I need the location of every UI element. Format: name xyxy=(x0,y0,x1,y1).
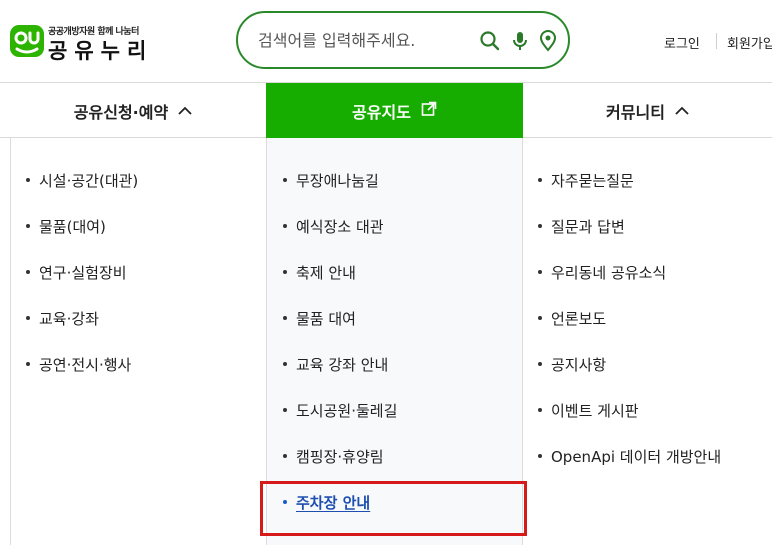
main-nav: 공유신청·예약 공유지도 커뮤니티 xyxy=(0,83,772,138)
bullet-icon xyxy=(283,178,287,182)
column-divider xyxy=(10,138,11,545)
search-bar[interactable] xyxy=(236,11,570,69)
bullet-icon xyxy=(538,178,542,182)
focus-highlight-box xyxy=(260,481,527,536)
bullet-icon xyxy=(26,178,30,182)
search-input[interactable] xyxy=(258,27,458,53)
bullet-icon xyxy=(26,224,30,228)
nav-community[interactable]: 커뮤니티 xyxy=(523,83,772,138)
join-link[interactable]: 회원가입 xyxy=(727,33,772,52)
bullet-icon xyxy=(538,454,542,458)
logo-name: 공유누리 xyxy=(48,39,154,63)
submenu-community: 자주묻는질문 질문과 답변 우리동네 공유소식 언론보도 공지사항 이벤트 게시… xyxy=(523,138,772,545)
nav-label: 공유지도 xyxy=(352,102,411,122)
site-logo[interactable]: 공공개방자원 함께 나눔터 공유누리 xyxy=(10,22,154,63)
bullet-icon xyxy=(538,316,542,320)
nav-label: 공유신청·예약 xyxy=(73,102,169,122)
external-link-icon xyxy=(421,101,437,121)
bullet-icon xyxy=(26,270,30,274)
bullet-icon xyxy=(283,316,287,320)
location-pin-icon[interactable] xyxy=(536,29,560,53)
search-icon[interactable] xyxy=(478,29,502,53)
utility-divider xyxy=(716,33,717,49)
bullet-icon xyxy=(283,454,287,458)
nav-share-map[interactable]: 공유지도 xyxy=(266,83,523,138)
nav-share-apply[interactable]: 공유신청·예약 xyxy=(0,83,266,138)
submenu-share-apply: 시설·공간(대관) 물품(대여) 연구·실험장비 교육·강좌 공연·전시·행사 xyxy=(0,138,266,545)
logo-mark-icon xyxy=(10,25,44,57)
bullet-icon xyxy=(538,270,542,274)
bullet-icon xyxy=(538,362,542,366)
nav-label: 커뮤니티 xyxy=(606,102,665,122)
microphone-icon[interactable] xyxy=(508,29,532,53)
bullet-icon xyxy=(283,224,287,228)
bullet-icon xyxy=(283,408,287,412)
bullet-icon xyxy=(538,224,542,228)
bullet-icon xyxy=(26,362,30,366)
site-header: 공공개방자원 함께 나눔터 공유누리 로그인 회원가입 xyxy=(0,0,772,83)
bullet-icon xyxy=(26,316,30,320)
login-link[interactable]: 로그인 xyxy=(664,33,700,52)
bullet-icon xyxy=(283,362,287,366)
bullet-icon xyxy=(283,270,287,274)
chevron-up-icon xyxy=(675,101,689,120)
chevron-up-icon xyxy=(178,101,192,120)
bullet-icon xyxy=(538,408,542,412)
